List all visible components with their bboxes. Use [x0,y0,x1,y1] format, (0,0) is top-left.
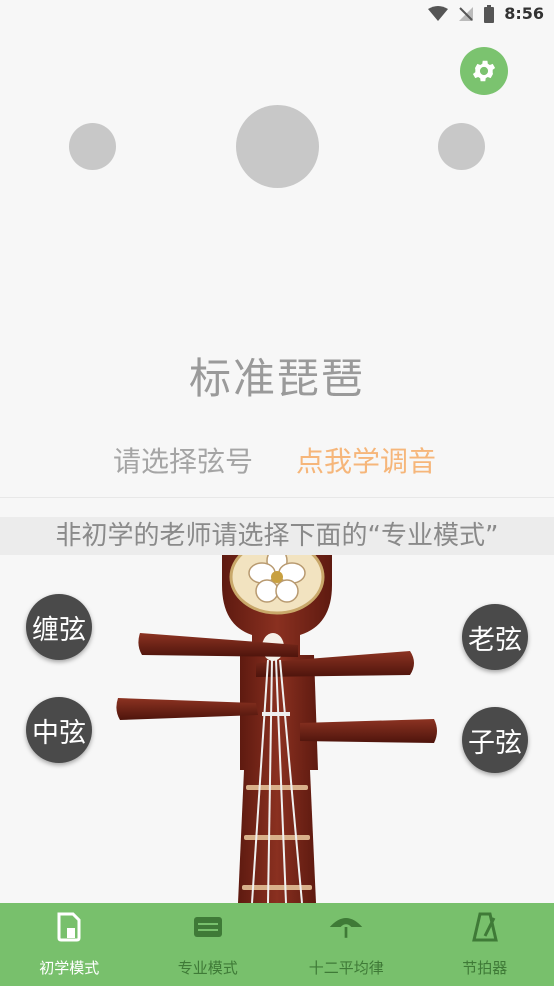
tuner-dot-left [69,123,116,170]
beginner-icon [51,909,87,945]
instrument-title: 标准琵琶 [188,354,365,403]
gear-icon [472,60,496,82]
nav-label: 初学模式 [39,959,100,977]
metronome-icon [467,909,503,945]
tuner-dot-right [438,123,485,170]
temperament-icon [328,909,364,945]
string-button-zhong[interactable]: 中弦 [26,697,92,763]
status-icons: 8:56 [428,4,544,23]
bottom-nav: 初学模式 专业模式 十二平均律 节拍器 [0,903,554,986]
professional-icon [190,909,226,945]
string-button-zi[interactable]: 子弦 [462,707,528,773]
nav-temperament[interactable]: 十二平均律 [277,903,416,986]
nav-professional[interactable]: 专业模式 [139,903,278,986]
no-signal-icon [459,6,474,21]
divider [0,497,554,498]
pro-mode-hint: 非初学的老师请选择下面的“专业模式” [0,517,554,555]
string-button-lao[interactable]: 老弦 [462,604,528,670]
clock: 8:56 [504,4,544,23]
wifi-icon [428,5,449,21]
status-bar: 8:56 [0,0,554,30]
nav-beginner[interactable]: 初学模式 [0,903,139,986]
tuner-dot-center [236,105,319,188]
battery-icon [484,4,495,23]
string-button-chan[interactable]: 缠弦 [26,594,92,660]
nav-label: 节拍器 [462,959,508,977]
select-string-prompt: 请选择弦号 [113,445,254,478]
learn-tuning-link[interactable]: 点我学调音 [296,440,436,480]
nav-metronome[interactable]: 节拍器 [416,903,554,986]
nav-label: 十二平均律 [308,959,384,977]
tuner-screen: 8:56 标准琵琶 请选择弦号 点我学调音 非初学的老师请选择下面的“专业模式” [0,0,554,986]
nav-label: 专业模式 [177,959,238,977]
settings-button[interactable] [460,47,508,95]
